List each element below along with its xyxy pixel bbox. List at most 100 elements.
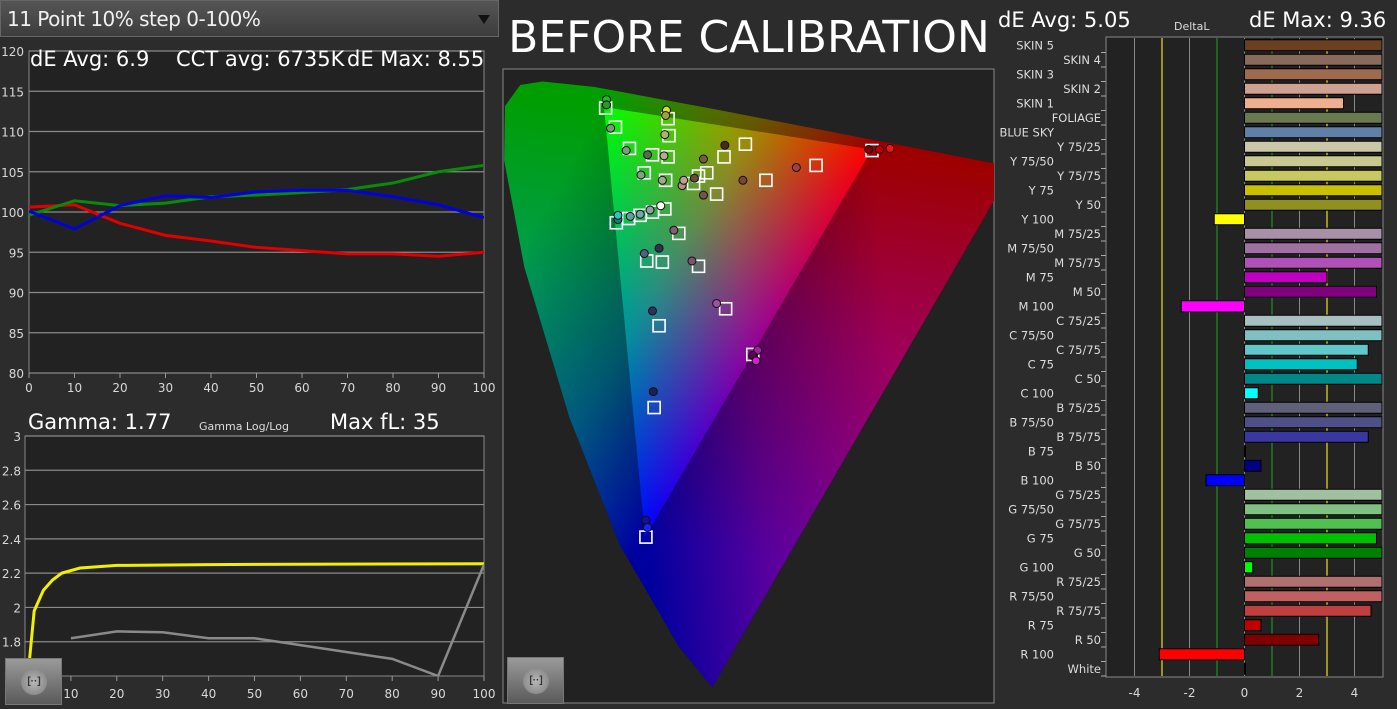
measured-point: [641, 515, 651, 525]
measured-point: [751, 356, 761, 366]
row-label: B 50: [1075, 459, 1101, 473]
row-label: B 75/25: [1056, 401, 1101, 415]
row-label: M 75/50: [1007, 241, 1054, 255]
x-tick-label: 20: [112, 381, 127, 395]
deltal-bar: [1244, 532, 1377, 545]
deltal-bar: [1244, 430, 1369, 443]
x-tick-label: 100: [473, 687, 496, 701]
row-label: R 50: [1075, 633, 1101, 647]
measured-point: [659, 151, 669, 161]
row-label: Y 75/75: [1056, 169, 1101, 183]
x-tick-label: 100: [473, 381, 496, 395]
deltal-bar: [1244, 256, 1383, 269]
row-label: SKIN 4: [1063, 53, 1101, 67]
row-label: BLUE SKY: [999, 125, 1054, 139]
row-label: M 75: [1026, 270, 1054, 284]
row-label: G 75/25: [1055, 488, 1101, 502]
calibration-title: BEFORE CALIBRATION: [508, 12, 990, 63]
rgb-de-avg: dE Avg: 6.9: [30, 47, 149, 71]
measured-point: [689, 173, 699, 183]
deltal-bar: [1244, 285, 1377, 298]
gamma-chart: Gamma: 1.77 Gamma Log/Log Max fL: 35 1.8…: [2, 410, 496, 701]
deltal-bar: [1244, 662, 1246, 675]
deltal-bar: [1244, 401, 1383, 414]
y-tick-label: 105: [1, 166, 24, 180]
y-tick-label: 120: [1, 45, 24, 59]
y-tick-label: 100: [1, 206, 24, 220]
gamma-plot-area: [24, 435, 485, 677]
row-label: C 75/50: [1009, 328, 1054, 342]
rgb-de-max: dE Max: 8.55: [347, 47, 484, 71]
x-tick-label: 70: [339, 687, 354, 701]
fit-view-button-cie[interactable]: [··]: [507, 657, 564, 704]
row-label: Y 100: [1020, 212, 1054, 226]
y-tick-label: 80: [9, 367, 24, 381]
x-tick-label: 90: [431, 381, 446, 395]
row-label: M 50: [1073, 285, 1101, 299]
row-label: G 100: [1019, 560, 1054, 574]
charts-canvas: 808590951001051101151200 10 20 30 40 50 60 70 80…: [1, 8, 1386, 704]
max-fl: Max fL: 35: [330, 410, 440, 434]
row-label: Y 75: [1028, 183, 1054, 197]
deltal-bar: [1244, 343, 1369, 356]
x-tick-label: 80: [385, 381, 400, 395]
x-tick-label: 30: [158, 381, 173, 395]
deltal-bar: [1244, 387, 1259, 400]
fit-view-button-gamma[interactable]: [··]: [5, 658, 62, 705]
row-label: B 75: [1028, 444, 1054, 458]
y-tick-label: 2.2: [2, 567, 21, 581]
measured-point: [698, 190, 708, 200]
deltal-bar: [1244, 126, 1383, 139]
measured-point: [636, 170, 646, 180]
x-tick-label: 40: [201, 687, 216, 701]
x-tick-label: 20: [109, 687, 124, 701]
row-label: R 75/50: [1009, 589, 1054, 603]
measured-point: [654, 243, 664, 253]
measured-point: [645, 205, 655, 215]
measured-point: [606, 123, 616, 133]
x-tick-label: -4: [1129, 686, 1141, 700]
deltal-bar: [1244, 82, 1383, 95]
deltal-bar: [1244, 590, 1383, 603]
row-label: SKIN 2: [1063, 82, 1101, 96]
row-label: Y 75/50: [1009, 154, 1054, 168]
deltal-bar: [1244, 97, 1344, 110]
row-label: C 50: [1075, 372, 1101, 386]
fit-view-icon: [··]: [523, 668, 549, 694]
measured-point: [679, 175, 689, 185]
x-tick-label: 80: [385, 687, 400, 701]
deltal-bar: [1244, 227, 1383, 240]
measured-point: [660, 130, 670, 140]
deltal-bar: [1244, 184, 1383, 197]
deltal-bar: [1244, 329, 1383, 342]
row-label: C 75: [1028, 357, 1054, 371]
row-label: Y 75/25: [1056, 140, 1101, 154]
measured-point: [635, 209, 645, 219]
deltal-bar: [1244, 68, 1383, 81]
deltal-bar: [1158, 648, 1245, 661]
rgb-cct-avg: CCT avg: 6735K: [176, 47, 346, 71]
row-label: G 75: [1027, 531, 1054, 545]
measured-point: [639, 249, 649, 259]
deltal-bar: [1244, 271, 1328, 284]
measured-point: [738, 175, 748, 185]
measured-point: [669, 225, 679, 235]
deltal-bar: [1244, 198, 1383, 211]
deltal-bar: [1213, 213, 1245, 226]
deltal-bar: [1244, 633, 1320, 646]
deltal-bar: [1244, 445, 1246, 458]
row-label: C 75/75: [1056, 343, 1101, 357]
row-label: White: [1068, 662, 1101, 676]
x-tick-label: 60: [293, 687, 308, 701]
measured-point: [864, 144, 874, 154]
y-tick-label: 110: [1, 126, 24, 140]
deltal-bar: [1244, 619, 1262, 632]
x-tick-label: 2: [1296, 686, 1304, 700]
deltal-bar: [1244, 358, 1358, 371]
measured-point: [687, 256, 697, 266]
colorchecker-chart: dE Avg: 5.05 DeltaL dE Max: 9.36 -4 -2 0 2 4…: [998, 8, 1386, 700]
row-label: C 75/25: [1056, 314, 1101, 328]
measured-point: [647, 306, 657, 316]
y-tick-label: 2.6: [2, 499, 21, 513]
row-label: M 100: [1018, 299, 1054, 313]
